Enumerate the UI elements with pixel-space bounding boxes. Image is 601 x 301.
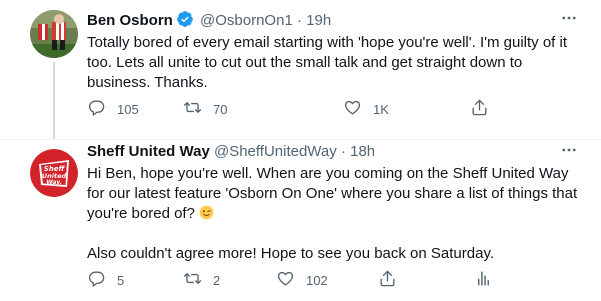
share-icon [378, 269, 397, 291]
share-button[interactable] [470, 97, 489, 121]
like-button[interactable]: 102 [276, 268, 328, 292]
author-handle[interactable]: @OsbornOn1 [200, 12, 293, 29]
avatar[interactable]: Sheff United Way. [30, 149, 78, 197]
author-name[interactable]: Ben Osborn [87, 12, 173, 29]
verified-badge-icon [176, 10, 194, 34]
reply-button[interactable]: 105 [87, 97, 139, 121]
tweet-text: Hi Ben, hope you're well. When are you c… [87, 164, 587, 264]
tweet-ben-osborn[interactable]: Ben Osborn @OsbornOn1 · 19h Totally bore… [0, 0, 601, 140]
more-options-icon[interactable] [557, 6, 581, 30]
like-count: 102 [306, 272, 328, 288]
tweet-header: Ben Osborn @OsbornOn1 · 19h [87, 10, 331, 30]
retweet-count: 2 [213, 272, 221, 288]
like-count: 1K [373, 101, 389, 117]
svg-text:Way.: Way. [46, 179, 62, 186]
reply-button[interactable]: 5 [87, 268, 124, 292]
tweet-actions: 105 70 1K [87, 97, 587, 121]
reply-count: 5 [117, 272, 125, 288]
analytics-button[interactable] [474, 268, 493, 292]
share-icon [470, 98, 489, 120]
tweet-text-after: Also couldn't agree more! Hope to see yo… [87, 245, 494, 262]
separator-dot: · [340, 143, 346, 160]
tweet-header: Sheff United Way @SheffUnitedWay · 18h [87, 142, 375, 162]
wink-emoji-icon [199, 205, 214, 220]
avatar[interactable] [30, 10, 78, 58]
tweet-sheff-united-way[interactable]: Sheff United Way. Sheff United Way @Shef… [0, 139, 601, 301]
analytics-icon [474, 269, 493, 291]
heart-icon [343, 98, 362, 120]
heart-icon [276, 269, 295, 291]
tweet-actions: 5 2 102 [87, 268, 587, 292]
reply-count: 105 [117, 101, 139, 117]
reply-icon [87, 98, 106, 120]
tweet-thread: Ben Osborn @OsbornOn1 · 19h Totally bore… [0, 0, 601, 300]
retweet-icon [183, 269, 202, 291]
tweet-text-main: Hi Ben, hope you're well. When are you c… [87, 165, 578, 222]
like-button[interactable]: 1K [343, 97, 389, 121]
thread-connector-line [53, 62, 55, 140]
tweet-text: Totally bored of every email starting wi… [87, 34, 567, 91]
retweet-count: 70 [213, 101, 228, 117]
more-options-icon[interactable] [557, 138, 581, 162]
reply-icon [87, 269, 106, 291]
retweet-button[interactable]: 70 [183, 97, 227, 121]
timestamp[interactable]: 19h [306, 12, 331, 29]
retweet-icon [183, 98, 202, 120]
retweet-button[interactable]: 2 [183, 268, 220, 292]
separator-dot: · [296, 12, 302, 29]
author-name[interactable]: Sheff United Way [87, 143, 210, 160]
timestamp[interactable]: 18h [350, 143, 375, 160]
share-button[interactable] [378, 268, 397, 292]
author-handle[interactable]: @SheffUnitedWay [214, 143, 337, 160]
